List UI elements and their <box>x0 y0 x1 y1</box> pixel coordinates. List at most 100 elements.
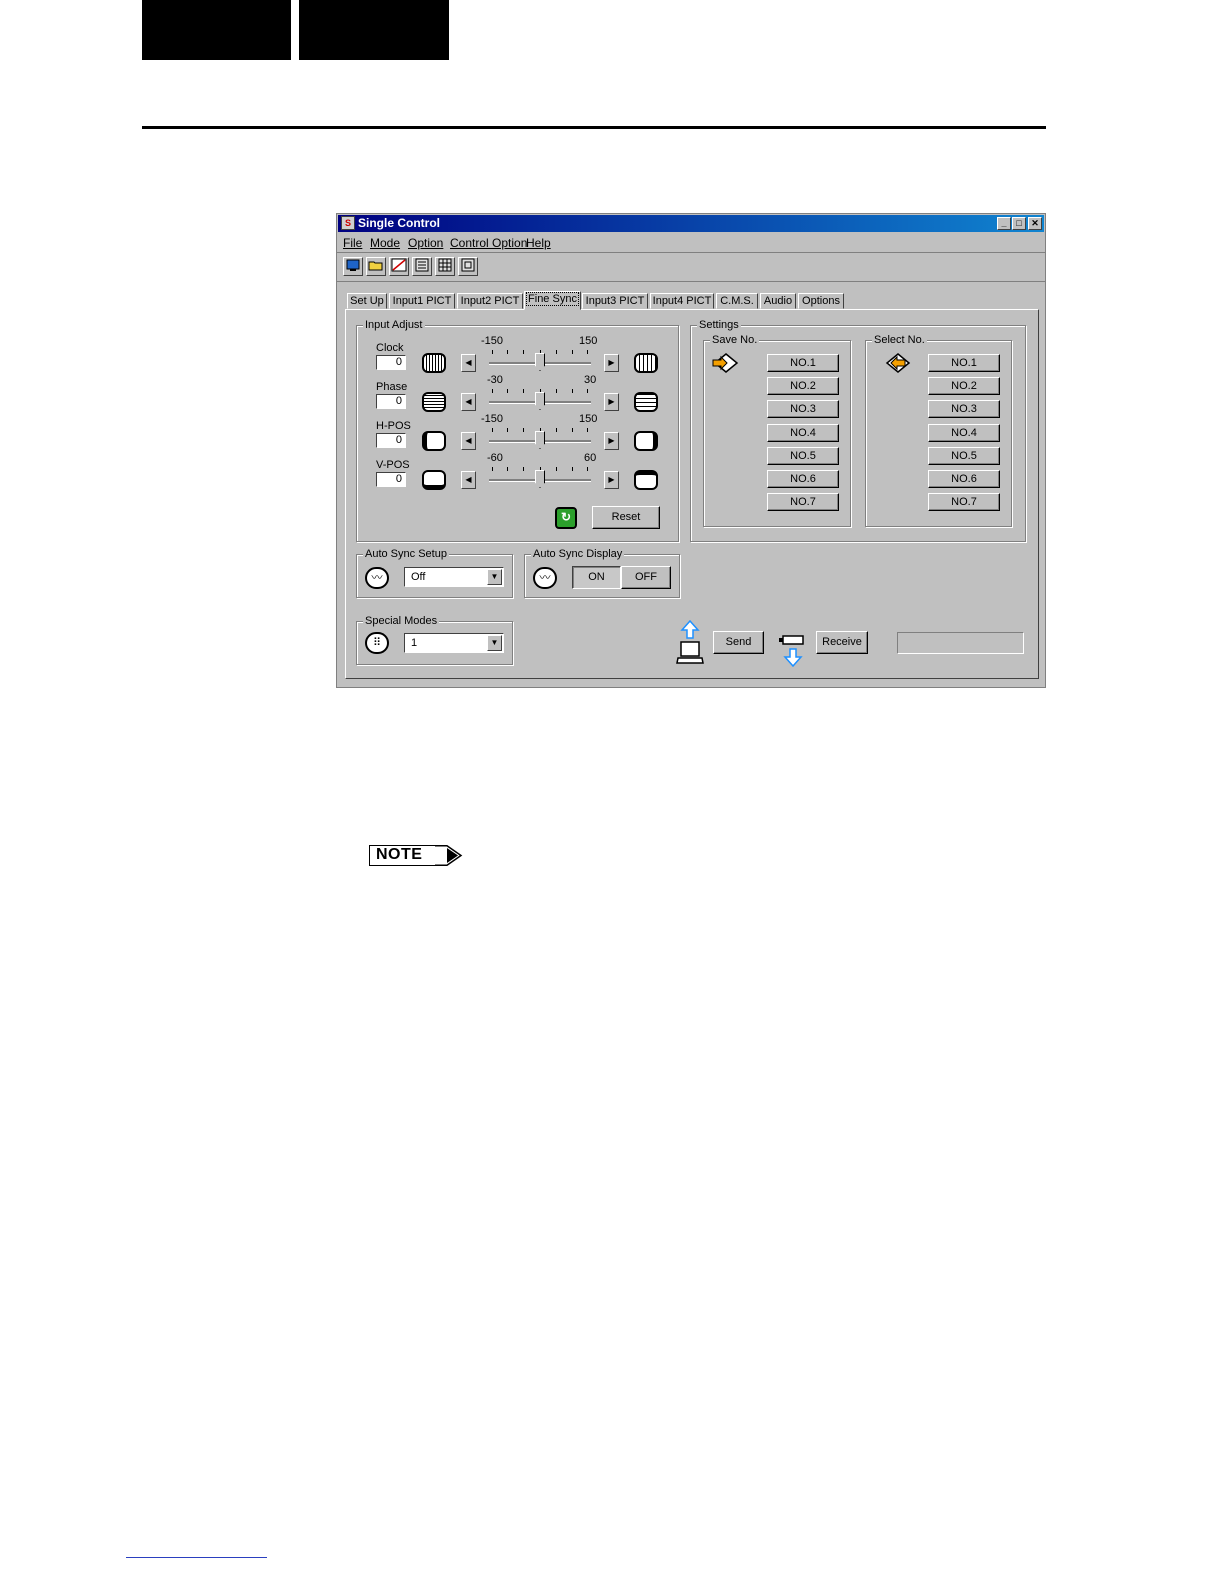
vpos-min-label: -60 <box>487 452 503 464</box>
grid-icon[interactable] <box>435 257 455 276</box>
vpos-decrease-button[interactable]: ◀ <box>461 471 476 489</box>
select-no-2-button[interactable]: NO.2 <box>928 377 1000 395</box>
tab-options[interactable]: Options <box>798 293 844 309</box>
vpos-label: V-POS <box>376 459 410 471</box>
auto-sync-display-off-button[interactable]: OFF <box>621 566 671 589</box>
phase-label: Phase <box>376 381 408 393</box>
input-adjust-legend: Input Adjust <box>363 318 425 332</box>
auto-sync-display-on-button[interactable]: ON <box>572 566 621 589</box>
hpos-value-field[interactable]: 0 <box>376 433 406 448</box>
save-no-group: Save No. NO.1 NO.2 NO.3 NO.4 NO.5 NO.6 N… <box>703 333 851 527</box>
clock-increase-button[interactable]: ▶ <box>604 354 619 372</box>
layout-icon[interactable] <box>458 257 478 276</box>
menu-bar: File Mode Option Control Option Help <box>337 233 1045 253</box>
maximize-button[interactable]: □ <box>1012 217 1026 230</box>
panel-icon[interactable] <box>412 257 432 276</box>
minimize-button[interactable]: _ <box>997 217 1011 230</box>
select-no-4-button[interactable]: NO.4 <box>928 424 1000 442</box>
header-tab-right <box>299 0 449 60</box>
hpos-increase-button[interactable]: ▶ <box>604 432 619 450</box>
auto-sync-display-group: Auto Sync Display 〰 ON OFF <box>524 547 680 598</box>
save-no-2-button[interactable]: NO.2 <box>767 377 839 395</box>
menu-mode[interactable]: Mode <box>370 236 400 250</box>
phase-max-label: 30 <box>584 374 597 386</box>
tab-fine-sync[interactable]: Fine Sync <box>524 291 581 310</box>
save-no-1-button[interactable]: NO.1 <box>767 354 839 372</box>
hpos-decrease-button[interactable]: ◀ <box>461 432 476 450</box>
save-no-7-button[interactable]: NO.7 <box>767 493 839 511</box>
header-tab-left <box>142 0 291 60</box>
phase-value-field[interactable]: 0 <box>376 394 406 409</box>
vpos-slider-thumb[interactable] <box>535 470 545 488</box>
phase-min-label: -30 <box>487 374 503 386</box>
close-button[interactable]: ✕ <box>1028 217 1042 230</box>
special-modes-icon: ⠿ <box>365 632 389 654</box>
clock-min-label: -150 <box>481 335 504 347</box>
vpos-max-label: 60 <box>584 452 597 464</box>
monitor-icon[interactable] <box>343 257 363 276</box>
reset-icon: ↻ <box>555 507 577 529</box>
save-no-4-button[interactable]: NO.4 <box>767 424 839 442</box>
save-arrow-icon <box>712 353 739 373</box>
clock-slider-thumb[interactable] <box>535 353 545 371</box>
note-badge: NOTE <box>369 845 463 866</box>
clock-value-field[interactable]: 0 <box>376 355 406 370</box>
open-folder-icon[interactable] <box>366 257 386 276</box>
select-no-5-button[interactable]: NO.5 <box>928 447 1000 465</box>
header-rule <box>142 126 1046 129</box>
hpos-slider-thumb[interactable] <box>535 431 545 449</box>
menu-option[interactable]: Option <box>408 236 443 250</box>
menu-file[interactable]: File <box>343 236 362 250</box>
send-button[interactable]: Send <box>713 631 764 654</box>
select-no-3-button[interactable]: NO.3 <box>928 400 1000 418</box>
select-no-6-button[interactable]: NO.6 <box>928 470 1000 488</box>
hpos-left-icon <box>422 431 446 451</box>
select-no-7-button[interactable]: NO.7 <box>928 493 1000 511</box>
chevron-down-icon[interactable]: ▼ <box>487 569 502 585</box>
phase-slider-thumb[interactable] <box>535 392 545 410</box>
auto-sync-setup-select[interactable]: Off ▼ <box>404 567 504 587</box>
phase-minus-icon <box>422 392 446 412</box>
app-icon: S <box>341 216 355 230</box>
special-modes-legend: Special Modes <box>363 614 440 628</box>
tab-cms[interactable]: C.M.S. <box>716 293 758 309</box>
clock-label: Clock <box>376 342 404 354</box>
clock-decrease-button[interactable]: ◀ <box>461 354 476 372</box>
tab-audio[interactable]: Audio <box>760 293 796 309</box>
select-no-legend: Select No. <box>872 333 927 347</box>
computer-upload-icon <box>676 620 704 664</box>
window-title: Single Control <box>358 216 440 230</box>
settings-legend: Settings <box>697 318 741 332</box>
vpos-value-field[interactable]: 0 <box>376 472 406 487</box>
menu-help[interactable]: Help <box>526 236 551 250</box>
save-no-6-button[interactable]: NO.6 <box>767 470 839 488</box>
menu-control-option[interactable]: Control Option <box>450 236 527 250</box>
hpos-max-label: 150 <box>579 413 598 425</box>
reset-button[interactable]: Reset <box>592 506 660 529</box>
hpos-min-label: -150 <box>481 413 504 425</box>
vpos-down-icon <box>422 470 446 490</box>
select-no-1-button[interactable]: NO.1 <box>928 354 1000 372</box>
projector-download-icon <box>779 635 804 668</box>
title-bar[interactable]: S Single Control _ □ ✕ <box>338 215 1044 232</box>
vpos-increase-button[interactable]: ▶ <box>604 471 619 489</box>
tab-input4-pict[interactable]: Input4 PICT <box>650 293 714 309</box>
graph-icon[interactable] <box>389 257 409 276</box>
receive-button[interactable]: Receive <box>816 631 868 654</box>
phase-decrease-button[interactable]: ◀ <box>461 393 476 411</box>
chevron-down-icon[interactable]: ▼ <box>487 635 502 651</box>
select-arrow-icon <box>885 353 911 373</box>
special-modes-select[interactable]: 1 ▼ <box>404 633 504 653</box>
save-no-3-button[interactable]: NO.3 <box>767 400 839 418</box>
tab-set-up[interactable]: Set Up <box>347 293 387 309</box>
tab-input3-pict[interactable]: Input3 PICT <box>582 293 648 309</box>
clock-narrow-icon <box>422 353 446 373</box>
single-control-window: S Single Control _ □ ✕ File Mode Option … <box>336 213 1046 688</box>
footer-rule <box>126 1557 267 1558</box>
phase-increase-button[interactable]: ▶ <box>604 393 619 411</box>
tab-input1-pict[interactable]: Input1 PICT <box>389 293 455 309</box>
auto-sync-setup-group: Auto Sync Setup 〰 Off ▼ <box>356 547 513 598</box>
tab-input2-pict[interactable]: Input2 PICT <box>457 293 523 309</box>
save-no-5-button[interactable]: NO.5 <box>767 447 839 465</box>
hpos-right-icon <box>634 431 658 451</box>
